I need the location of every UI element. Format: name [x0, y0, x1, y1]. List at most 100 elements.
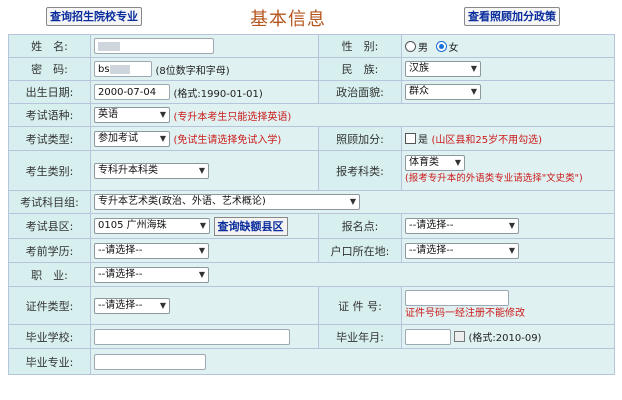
job-cell: --请选择-- ▼: [90, 262, 615, 287]
id-type-label: 证件类型:: [8, 286, 91, 325]
hukou-select[interactable]: --请选择-- ▼: [405, 242, 519, 259]
group-value: 专升本艺术类(政治、外语、艺术概论): [98, 196, 266, 207]
hukou-label: 户口所在地:: [318, 238, 402, 263]
grad-year-input[interactable]: [405, 328, 451, 345]
id-type-select[interactable]: --请选择-- ▼: [94, 297, 170, 314]
row-district-site: 考试县区: 0105 广州海珠 ▼ 查询缺额县区 报名点: --请选择-- ▼: [8, 213, 615, 239]
calendar-icon[interactable]: [454, 331, 465, 342]
row-education-hukou: 考前学历: --请选择-- ▼ 户口所在地: --请选择-- ▼: [8, 238, 615, 263]
row-exam-type-bonus: 考试类型: 参加考试 ▼ (免试生请选择免试入学) 照顾加分: 是 (山区县和25…: [8, 126, 615, 151]
subject-hint: (报考专升本的外语类专业请选择"文史类"): [405, 172, 583, 184]
row-exam-group: 考试科目组: 专升本艺术类(政治、外语、艺术概论) ▼: [8, 190, 615, 214]
password-label: 密 码:: [8, 57, 91, 81]
hukou-cell: --请选择-- ▼: [401, 238, 615, 263]
gender-male-radio[interactable]: [405, 40, 416, 52]
bonus-cell: 是 (山区县和25岁不用勾选): [401, 126, 615, 151]
school-label: 毕业学校:: [8, 324, 91, 349]
subject-cell: 体育类 ▼ (报考专升本的外语类专业请选择"文史类"): [401, 150, 615, 191]
id-no-label: 证 件 号:: [318, 286, 402, 325]
chevron-down-icon: ▼: [159, 300, 166, 310]
row-password-ethnicity: 密 码: bs (8位数字和字母) 民 族: 汉族 ▼: [8, 57, 615, 81]
registration-form-page: 查询招生院校专业 基本信息 查看照顾加分政策 姓 名: 性 别: 男 女 密 码…: [0, 0, 622, 400]
chevron-down-icon: ▼: [198, 245, 205, 255]
education-select[interactable]: --请选择-- ▼: [94, 242, 209, 259]
subject-value: 体育类: [409, 156, 439, 168]
chevron-down-icon: ▼: [470, 87, 477, 96]
chevron-down-icon: ▼: [198, 269, 205, 279]
politics-cell: 群众 ▼: [401, 80, 615, 104]
grad-year-label: 毕业年月:: [318, 324, 402, 349]
chevron-down-icon: ▼: [508, 221, 515, 230]
language-label: 考试语种:: [8, 103, 91, 127]
bonus-checkbox[interactable]: [405, 133, 416, 144]
job-label: 职 业:: [8, 262, 91, 287]
chevron-down-icon: ▼: [199, 221, 206, 230]
exam-type-cell: 参加考试 ▼ (免试生请选择免试入学): [90, 126, 319, 151]
row-name-gender: 姓 名: 性 别: 男 女: [8, 34, 615, 58]
name-label: 姓 名:: [8, 34, 91, 58]
chevron-down-icon: ▼: [159, 110, 166, 119]
language-select[interactable]: 英语 ▼: [94, 107, 170, 123]
district-label: 考试县区:: [8, 213, 91, 239]
chevron-down-icon: ▼: [159, 133, 166, 143]
subject-label: 报考科类:: [318, 150, 402, 191]
view-bonus-policy-button[interactable]: 查看照顾加分政策: [464, 7, 560, 26]
language-value: 英语: [98, 109, 118, 120]
category-cell: 专科升本科类 ▼: [90, 150, 319, 191]
id-no-input[interactable]: [405, 289, 509, 306]
id-type-value: --请选择--: [98, 299, 143, 311]
district-select[interactable]: 0105 广州海珠 ▼: [94, 218, 210, 234]
chevron-down-icon: ▼: [470, 64, 477, 73]
bonus-check-label: 是: [418, 135, 428, 146]
birth-label: 出生日期:: [8, 80, 91, 104]
gender-female-radio[interactable]: [435, 40, 447, 52]
school-cell: [90, 324, 319, 349]
school-input[interactable]: [94, 328, 290, 345]
grad-year-hint: (格式:2010-09): [468, 333, 542, 344]
politics-select[interactable]: 群众 ▼: [405, 84, 481, 100]
ethnicity-label: 民 族:: [318, 57, 402, 81]
row-category-subject: 考生类别: 专科升本科类 ▼ 报考科类: 体育类 ▼ (报考专升本的外语类专业请选择…: [8, 150, 615, 191]
job-select[interactable]: --请选择-- ▼: [94, 266, 209, 283]
category-select[interactable]: 专科升本科类 ▼: [94, 162, 209, 179]
query-vacancy-district-button[interactable]: 查询缺额县区: [213, 216, 288, 236]
exam-type-select[interactable]: 参加考试 ▼: [94, 130, 170, 147]
exam-type-label: 考试类型:: [8, 126, 91, 151]
group-cell: 专升本艺术类(政治、外语、艺术概论) ▼: [90, 190, 615, 214]
chevron-down-icon: ▼: [454, 157, 461, 167]
redacted-name: [98, 41, 120, 51]
site-select[interactable]: --请选择-- ▼: [405, 218, 519, 234]
ethnicity-select[interactable]: 汉族 ▼: [405, 61, 481, 77]
gender-female-label: 女: [448, 42, 459, 54]
query-school-major-button[interactable]: 查询招生院校专业: [46, 7, 142, 26]
chevron-down-icon: ▼: [198, 165, 205, 175]
major-input[interactable]: [94, 353, 206, 370]
language-hint: (专升本考生只能选择英语): [173, 111, 292, 123]
row-language: 考试语种: 英语 ▼ (专升本考生只能选择英语): [8, 103, 615, 127]
password-cell: bs (8位数字和字母): [90, 57, 319, 81]
id-no-cell: 证件号码一经注册不能修改: [401, 286, 615, 325]
major-cell: [90, 348, 615, 375]
row-id: 证件类型: --请选择-- ▼ 证 件 号: 证件号码一经注册不能修改: [8, 286, 615, 325]
password-hint: (8位数字和字母): [155, 65, 230, 77]
id-type-cell: --请选择-- ▼: [90, 286, 319, 325]
ethnicity-cell: 汉族 ▼: [401, 57, 615, 81]
id-no-hint: 证件号码一经注册不能修改: [405, 307, 525, 319]
row-birth-politics: 出生日期: 2000-07-04 (格式:1990-01-01) 政治面貌: 群…: [8, 80, 615, 104]
exam-type-value: 参加考试: [98, 132, 138, 144]
major-label: 毕业专业:: [8, 348, 91, 375]
education-cell: --请选择-- ▼: [90, 238, 319, 263]
district-cell: 0105 广州海珠 ▼ 查询缺额县区: [90, 213, 319, 239]
birth-input[interactable]: 2000-07-04: [94, 84, 170, 100]
district-value: 0105 广州海珠: [98, 220, 167, 231]
subject-select[interactable]: 体育类 ▼: [405, 154, 465, 171]
name-input[interactable]: [94, 38, 214, 54]
politics-label: 政治面貌:: [318, 80, 402, 104]
exam-type-hint: (免试生请选择免试入学): [173, 135, 282, 146]
chevron-down-icon: ▼: [349, 197, 356, 206]
birth-hint: (格式:1990-01-01): [173, 88, 263, 100]
page-title: 基本信息: [250, 9, 326, 30]
password-input[interactable]: bs: [94, 61, 152, 77]
group-select[interactable]: 专升本艺术类(政治、外语、艺术概论) ▼: [94, 194, 360, 210]
gender-male-label: 男: [418, 42, 428, 54]
